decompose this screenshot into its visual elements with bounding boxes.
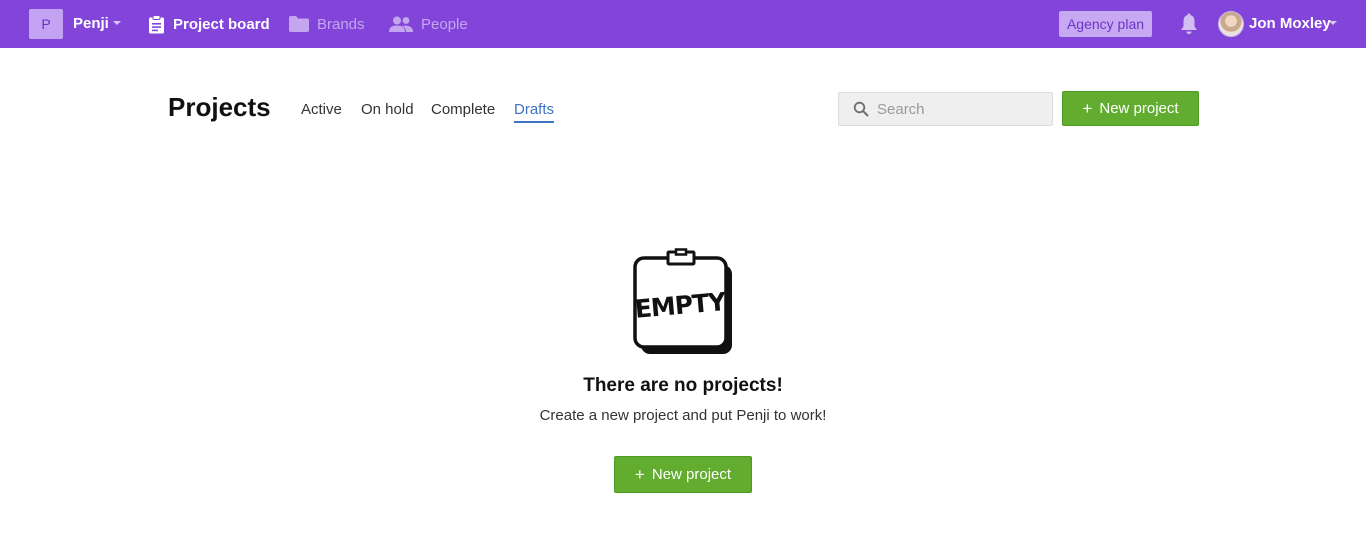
nav-brands[interactable]: Brands bbox=[289, 12, 365, 36]
empty-new-project-button[interactable]: + New project bbox=[614, 456, 752, 493]
notifications-bell-icon[interactable] bbox=[1179, 13, 1199, 40]
new-project-button-label: New project bbox=[1099, 100, 1179, 117]
plus-icon: + bbox=[1082, 99, 1093, 118]
nav-project-board-label: Project board bbox=[173, 15, 270, 33]
nav-people-label: People bbox=[421, 15, 468, 33]
agency-plan-button[interactable]: Agency plan bbox=[1059, 11, 1152, 37]
user-name[interactable]: Jon Moxley bbox=[1249, 15, 1331, 32]
nav-brands-label: Brands bbox=[317, 15, 365, 33]
tab-active[interactable]: Active bbox=[301, 101, 342, 121]
search-icon bbox=[853, 101, 869, 117]
page-title: Projects bbox=[168, 92, 271, 122]
search-box[interactable] bbox=[838, 92, 1053, 126]
tab-complete[interactable]: Complete bbox=[431, 101, 495, 121]
search-input[interactable] bbox=[877, 97, 1047, 121]
top-navigation-bar: P Penji Project board Brands People Agen… bbox=[0, 0, 1366, 48]
folder-icon bbox=[289, 16, 309, 32]
workspace-chevron-down-icon[interactable] bbox=[113, 21, 121, 25]
clipboard-icon bbox=[149, 14, 164, 33]
workspace-avatar[interactable]: P bbox=[29, 9, 63, 39]
tab-on-hold[interactable]: On hold bbox=[361, 101, 414, 121]
plus-icon: + bbox=[634, 465, 645, 484]
workspace-name[interactable]: Penji bbox=[73, 15, 109, 32]
nav-people[interactable]: People bbox=[389, 12, 468, 36]
user-avatar[interactable] bbox=[1218, 11, 1244, 37]
nav-project-board[interactable]: Project board bbox=[148, 12, 270, 36]
empty-state-subtitle: Create a new project and put Penji to wo… bbox=[539, 407, 827, 424]
empty-new-project-button-label: New project bbox=[651, 466, 732, 483]
empty-state-title: There are no projects! bbox=[583, 375, 783, 396]
tab-drafts[interactable]: Drafts bbox=[514, 101, 555, 123]
user-menu-chevron-down-icon[interactable] bbox=[1329, 21, 1337, 25]
empty-clipboard-illustration: EMPTY bbox=[632, 248, 736, 363]
new-project-button[interactable]: + New project bbox=[1062, 91, 1199, 126]
people-icon bbox=[389, 16, 413, 32]
